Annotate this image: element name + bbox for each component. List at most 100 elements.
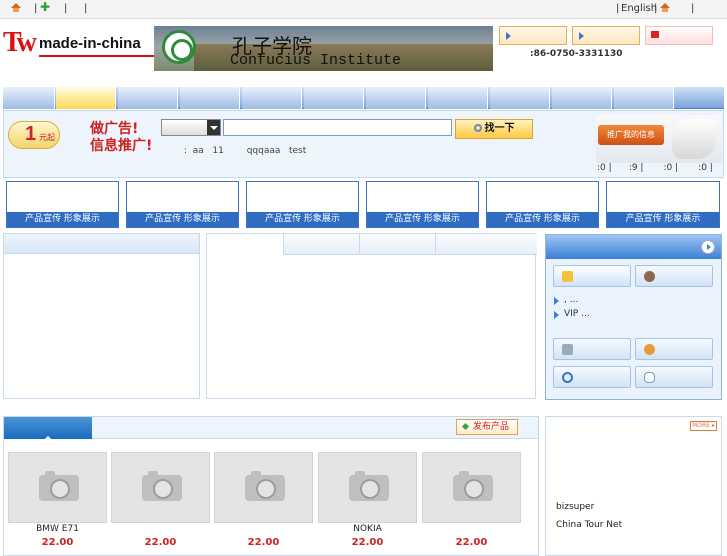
separator: | xyxy=(616,3,620,14)
camera-icon xyxy=(142,471,182,501)
more-button[interactable]: MORE ▸ xyxy=(690,421,717,431)
tab-divider xyxy=(283,254,537,255)
phone-number: :86-0750-3331130 xyxy=(530,49,623,59)
search-button-label: 找一下 xyxy=(484,123,515,134)
camera-icon xyxy=(245,471,285,501)
promo-slot-label: 产品宣传 形象展示 xyxy=(127,212,238,227)
key-icon xyxy=(562,271,573,282)
product-name[interactable]: NOKIA xyxy=(318,524,417,534)
search-category-select[interactable] xyxy=(161,119,221,136)
arrow-right-icon[interactable] xyxy=(701,240,715,254)
hot-keywords[interactable]: : aa 11 qqqaaa test xyxy=(184,146,306,156)
edit-icon xyxy=(562,344,573,355)
logo-tw: Tw xyxy=(3,27,37,58)
left-panel-header xyxy=(4,234,199,254)
nav-tab-1[interactable] xyxy=(3,87,55,109)
center-tab-3[interactable] xyxy=(435,234,537,254)
site-logo[interactable]: Tw made-in-china xyxy=(3,25,155,65)
promo-slot-5[interactable]: 产品宣传 形象展示 xyxy=(486,181,599,228)
product-image[interactable] xyxy=(8,452,107,523)
product-image[interactable] xyxy=(214,452,313,523)
separator: | xyxy=(691,3,695,14)
chat-icon xyxy=(644,372,655,383)
ad-line-2: 信息推广! xyxy=(90,138,153,154)
nav-tab-5[interactable] xyxy=(242,87,302,109)
link-china-tour-net[interactable]: China Tour Net xyxy=(556,520,622,530)
promo-slot-1[interactable]: 产品宣传 形象展示 xyxy=(6,181,119,228)
search-icon xyxy=(473,124,482,132)
nav-tab-9[interactable] xyxy=(490,87,550,109)
top-button-3[interactable] xyxy=(645,26,713,45)
products-tab-active[interactable] xyxy=(4,417,92,440)
home-icon[interactable] xyxy=(11,3,21,15)
product-image[interactable] xyxy=(318,452,417,523)
publish-product-button[interactable]: 发布产品 xyxy=(456,419,518,435)
separator: | xyxy=(654,3,658,14)
member-link-1[interactable]: , ... xyxy=(553,295,578,305)
left-panel xyxy=(3,233,200,399)
product-price: 22.00 xyxy=(351,537,384,548)
promo-slot-2[interactable]: 产品宣传 形象展示 xyxy=(126,181,239,228)
promote-info-button[interactable]: 推广我的信息 xyxy=(598,125,664,145)
nav-tab-6[interactable] xyxy=(304,87,364,109)
logo-underline xyxy=(39,55,155,57)
product-image[interactable] xyxy=(422,452,521,523)
nav-tab-home[interactable] xyxy=(56,87,116,109)
banner-title-en: Confucius Institute xyxy=(230,52,402,69)
message-button[interactable] xyxy=(635,366,713,388)
center-tab-2[interactable] xyxy=(359,234,435,254)
english-link[interactable]: English xyxy=(621,3,657,14)
top-button-2[interactable] xyxy=(572,26,640,45)
price-badge: 1 元起 xyxy=(8,121,60,149)
member-panel-header xyxy=(546,235,721,259)
member-panel: , ... VIP ... xyxy=(545,234,722,400)
nav-tab-10[interactable] xyxy=(552,87,612,109)
center-tab-1[interactable] xyxy=(283,234,359,254)
promo-slot-3[interactable]: 产品宣传 形象展示 xyxy=(246,181,359,228)
promo-slot-6[interactable]: 产品宣传 形象展示 xyxy=(606,181,720,228)
search-icon xyxy=(562,372,573,383)
nav-tab-4[interactable] xyxy=(180,87,240,109)
user-icon xyxy=(644,271,655,282)
logo-text: made-in-china xyxy=(39,35,141,52)
promo-slot-label: 产品宣传 形象展示 xyxy=(367,212,478,227)
home-icon[interactable] xyxy=(660,3,670,15)
edit-button[interactable] xyxy=(553,338,631,360)
search-member-button[interactable] xyxy=(553,366,631,388)
product-price: 22.00 xyxy=(41,537,74,548)
ad-banner[interactable]: 1 元起 做广告! 信息推广! xyxy=(8,115,158,155)
search-input[interactable] xyxy=(223,119,452,136)
nav-tab-7[interactable] xyxy=(366,87,426,109)
separator: | xyxy=(34,3,38,14)
add-favorite-icon[interactable]: ✚ xyxy=(40,1,50,14)
separator: | xyxy=(64,3,68,14)
promo-slot-4[interactable]: 产品宣传 形象展示 xyxy=(366,181,479,228)
nav-tab-11[interactable] xyxy=(614,87,674,109)
nav-tab-3[interactable] xyxy=(118,87,178,109)
main-nav xyxy=(3,87,724,109)
camera-icon xyxy=(349,471,389,501)
camera-icon xyxy=(453,471,493,501)
price-number: 1 xyxy=(25,123,37,145)
confucius-banner[interactable]: 孔子学院 Confucius Institute xyxy=(154,26,493,71)
top-button-1[interactable] xyxy=(499,26,567,45)
separator: | xyxy=(84,3,88,14)
site-stats: :0 | :9 | :0 | :0 | :0 xyxy=(597,163,713,173)
product-name[interactable]: BMW E71 xyxy=(8,524,107,534)
broadcast-button[interactable] xyxy=(635,338,713,360)
broadcast-icon xyxy=(644,344,655,355)
price-unit: 元起 xyxy=(39,133,55,142)
link-bizsuper[interactable]: bizsuper xyxy=(556,502,594,512)
product-image[interactable] xyxy=(111,452,210,523)
promo-box[interactable]: 推广我的信息 xyxy=(596,115,722,163)
links-panel xyxy=(545,416,722,556)
member-link-vip[interactable]: VIP ... xyxy=(554,309,590,319)
center-tabs xyxy=(283,234,537,254)
promo-slot-label: 产品宣传 形象展示 xyxy=(7,212,118,227)
login-button[interactable] xyxy=(553,265,631,287)
search-button[interactable]: 找一下 xyxy=(455,119,533,139)
register-button[interactable] xyxy=(635,265,713,287)
nav-tab-8[interactable] xyxy=(428,87,488,109)
flag-icon xyxy=(651,31,659,38)
center-panel xyxy=(206,233,537,399)
